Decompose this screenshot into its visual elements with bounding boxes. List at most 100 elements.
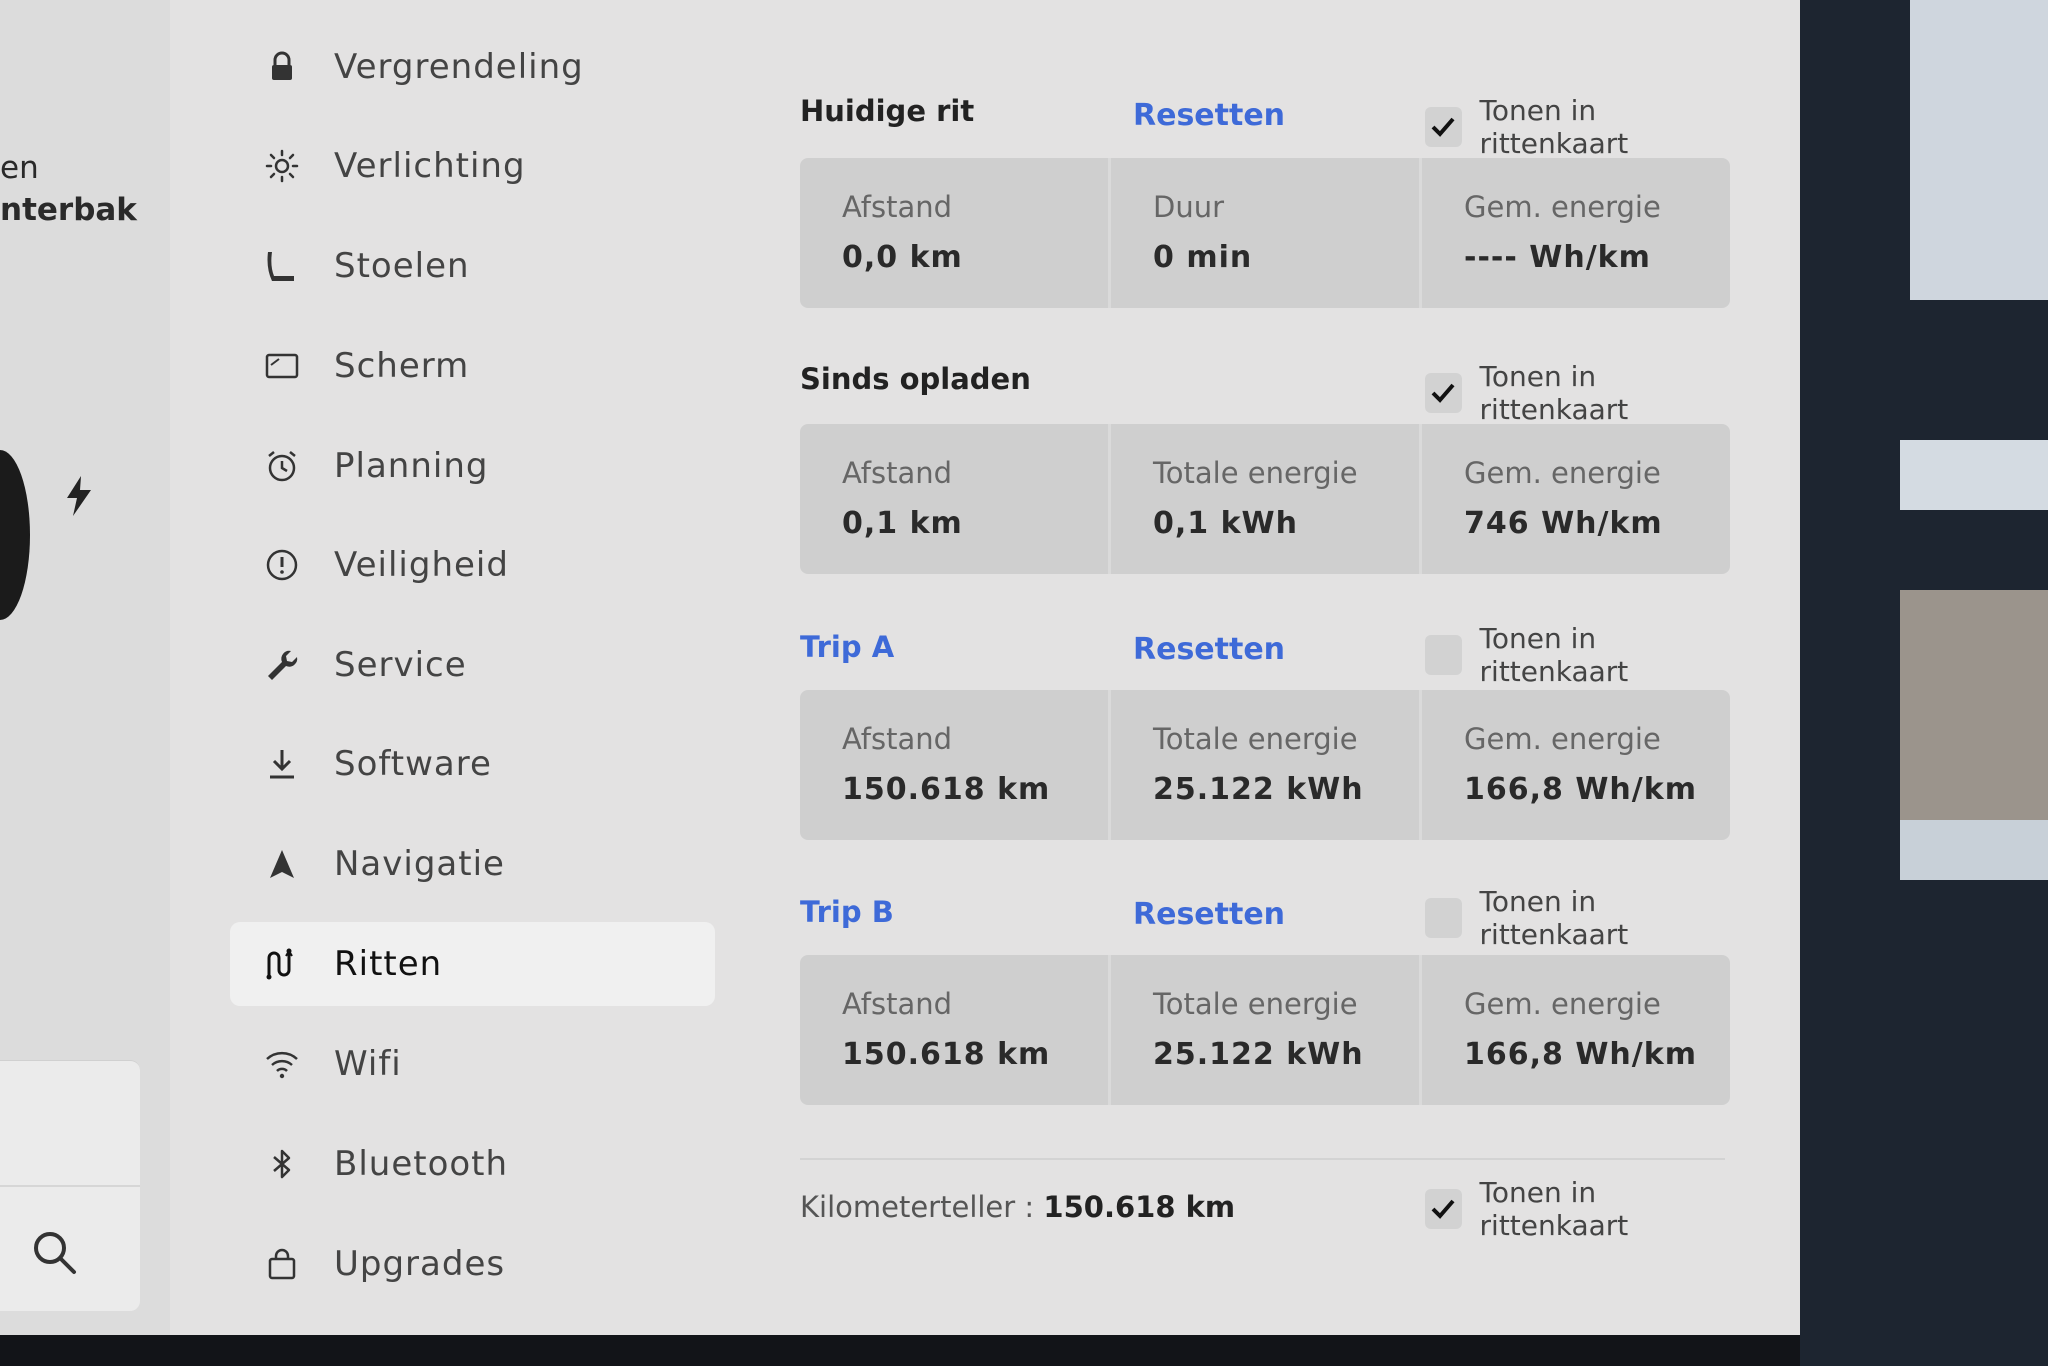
sidebar-item-label: Ritten	[334, 944, 443, 984]
checkbox[interactable]	[1425, 107, 1462, 147]
reset-trip-a-button[interactable]: Resetten	[1133, 632, 1285, 667]
sidebar-item-upgrades[interactable]: Upgrades	[230, 1222, 715, 1306]
stat-value: 0,1 kWh	[1153, 506, 1298, 541]
stat-value: 166,8 Wh/km	[1464, 1037, 1697, 1072]
checkmark-icon	[1431, 117, 1455, 137]
show-in-trip-map-toggle-trip-b[interactable]: Tonen in rittenkaart	[1425, 885, 1730, 951]
stat-value: 0 min	[1153, 240, 1253, 275]
stat-label: Afstand	[842, 456, 953, 490]
shopping-bag-icon	[260, 1242, 304, 1286]
settings-sidebar: Vergrendeling Verlichting Stoelen Scherm	[170, 0, 730, 1335]
sidebar-item-label: Upgrades	[334, 1244, 506, 1284]
odometer-label: Kilometerteller :	[800, 1190, 1035, 1224]
screen-bezel-bottom	[0, 1335, 1800, 1366]
stat-label: Totale energie	[1153, 456, 1358, 490]
stat-value: ---- Wh/km	[1464, 240, 1651, 275]
alert-circle-icon	[260, 543, 304, 587]
section-title-current-trip: Huidige rit	[800, 94, 975, 128]
sidebar-item-label: Service	[334, 645, 467, 685]
wrench-icon	[260, 643, 304, 687]
checkbox[interactable]	[1425, 373, 1462, 413]
checkbox[interactable]	[1425, 898, 1462, 938]
stat-avg-energy: Gem. energie 166,8 Wh/km	[1422, 955, 1730, 1105]
trip-a-stats-card: Afstand 150.618 km Totale energie 25.122…	[800, 690, 1730, 840]
checkmark-icon	[1431, 383, 1455, 403]
charging-bolt-icon	[64, 476, 94, 525]
sidebar-item-wifi[interactable]: Wifi	[230, 1022, 715, 1106]
since-charge-stats-card: Afstand 0,1 km Totale energie 0,1 kWh Ge…	[800, 424, 1730, 574]
show-in-trip-map-toggle-current[interactable]: Tonen in rittenkaart	[1425, 94, 1730, 160]
stat-avg-energy: Gem. energie 746 Wh/km	[1422, 424, 1730, 574]
odometer-value: 150.618 km	[1043, 1190, 1236, 1224]
stat-label: Duur	[1153, 190, 1225, 224]
background-right	[1800, 0, 2048, 1366]
sidebar-item-stoelen[interactable]: Stoelen	[230, 224, 715, 308]
stat-avg-energy: Gem. energie 166,8 Wh/km	[1422, 690, 1730, 840]
stat-value: 150.618 km	[842, 772, 1051, 807]
sidebar-item-planning[interactable]: Planning	[230, 424, 715, 508]
stat-label: Afstand	[842, 722, 953, 756]
touchscreen: en nterbak Vergrendeling Verlichting Sto…	[0, 0, 1800, 1335]
stat-avg-energy: Gem. energie ---- Wh/km	[1422, 158, 1730, 308]
trip-b-stats-card: Afstand 150.618 km Totale energie 25.122…	[800, 955, 1730, 1105]
sidebar-item-veiligheid[interactable]: Veiligheid	[230, 523, 715, 607]
show-in-trip-map-toggle-since-charge[interactable]: Tonen in rittenkaart	[1425, 360, 1730, 426]
download-icon	[260, 742, 304, 786]
toggle-label: Tonen in rittenkaart	[1479, 622, 1629, 688]
stat-total-energy: Totale energie 25.122 kWh	[1111, 690, 1422, 840]
stat-distance: Afstand 0,0 km	[800, 158, 1111, 308]
seat-icon	[260, 244, 304, 288]
show-in-trip-map-toggle-odometer[interactable]: Tonen in rittenkaart	[1425, 1176, 1730, 1242]
sidebar-item-verlichting[interactable]: Verlichting	[230, 124, 715, 208]
checkmark-icon	[1431, 1199, 1455, 1219]
toggle-label: Tonen in rittenkaart	[1479, 360, 1629, 426]
car-panel-text-1: en	[0, 150, 39, 186]
wifi-icon	[260, 1042, 304, 1086]
toggle-label: Tonen in rittenkaart	[1479, 1176, 1629, 1242]
divider	[800, 1158, 1725, 1160]
stat-distance: Afstand 150.618 km	[800, 955, 1111, 1105]
lock-icon	[260, 45, 304, 89]
reset-trip-b-button[interactable]: Resetten	[1133, 897, 1285, 932]
stat-distance: Afstand 150.618 km	[800, 690, 1111, 840]
stat-distance: Afstand 0,1 km	[800, 424, 1111, 574]
trips-icon	[260, 942, 304, 986]
sidebar-item-label: Veiligheid	[334, 545, 509, 585]
sidebar-item-label: Vergrendeling	[334, 47, 584, 87]
sidebar-item-service[interactable]: Service	[230, 623, 715, 707]
sidebar-item-label: Bluetooth	[334, 1144, 509, 1184]
show-in-trip-map-toggle-trip-a[interactable]: Tonen in rittenkaart	[1425, 622, 1730, 688]
car-panel: en nterbak	[0, 0, 170, 1335]
sidebar-item-scherm[interactable]: Scherm	[230, 324, 715, 408]
current-trip-stats-card: Afstand 0,0 km Duur 0 min Gem. energie -…	[800, 158, 1730, 308]
sidebar-item-label: Navigatie	[334, 844, 505, 884]
sidebar-item-ritten[interactable]: Ritten	[230, 922, 715, 1006]
sidebar-item-label: Scherm	[334, 346, 470, 386]
section-title-trip-a: Trip A	[800, 630, 895, 664]
stat-value: 166,8 Wh/km	[1464, 772, 1697, 807]
stat-value: 0,0 km	[842, 240, 963, 275]
stat-value: 25.122 kWh	[1153, 772, 1364, 807]
stat-total-energy: Totale energie 0,1 kWh	[1111, 424, 1422, 574]
display-icon	[260, 344, 304, 388]
stat-value: 150.618 km	[842, 1037, 1051, 1072]
search-icon[interactable]	[30, 1228, 78, 1276]
sidebar-item-bluetooth[interactable]: Bluetooth	[230, 1122, 715, 1206]
sidebar-item-label: Wifi	[334, 1044, 402, 1084]
stat-label: Afstand	[842, 190, 953, 224]
checkbox[interactable]	[1425, 635, 1462, 675]
checkbox[interactable]	[1425, 1189, 1462, 1229]
sidebar-item-label: Software	[334, 744, 492, 784]
stat-total-energy: Totale energie 25.122 kWh	[1111, 955, 1422, 1105]
sidebar-item-vergrendeling[interactable]: Vergrendeling	[230, 25, 715, 109]
stat-label: Gem. energie	[1464, 456, 1661, 490]
sidebar-item-label: Planning	[334, 446, 489, 486]
toggle-label: Tonen in rittenkaart	[1479, 885, 1629, 951]
sidebar-item-label: Stoelen	[334, 246, 470, 286]
sidebar-item-navigatie[interactable]: Navigatie	[230, 822, 715, 906]
sidebar-item-software[interactable]: Software	[230, 722, 715, 806]
reset-current-trip-button[interactable]: Resetten	[1133, 98, 1285, 133]
stat-duration: Duur 0 min	[1111, 158, 1422, 308]
bluetooth-icon	[260, 1142, 304, 1186]
toggle-label: Tonen in rittenkaart	[1479, 94, 1629, 160]
